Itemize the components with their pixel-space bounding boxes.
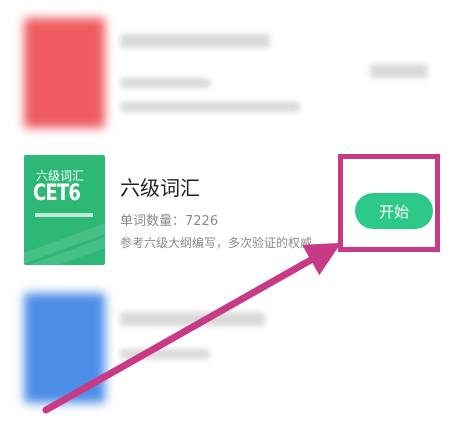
annotation-arrow [42,242,342,414]
